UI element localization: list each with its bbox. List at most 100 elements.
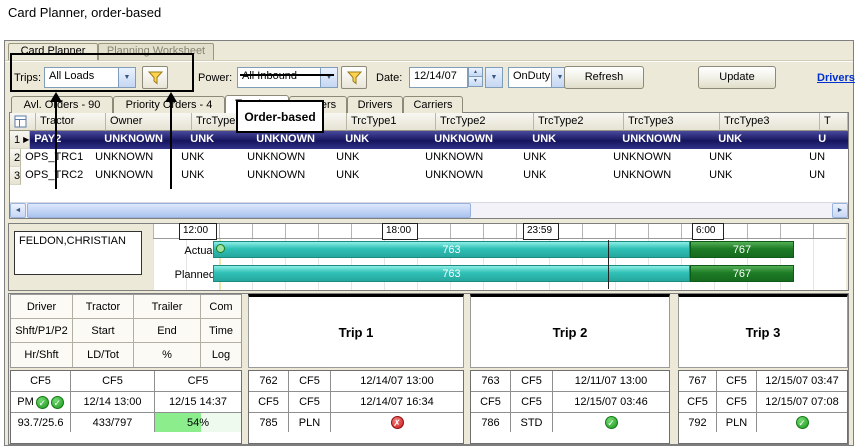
scroll-left-icon[interactable]: ◄	[10, 203, 26, 218]
horizontal-scrollbar[interactable]: ◄ ►	[10, 202, 848, 218]
actual-trip-bar-767[interactable]: 767	[690, 241, 794, 258]
trip-status-cell: ✓	[553, 413, 669, 432]
cell: UNKNOWN	[430, 131, 528, 149]
power-combo[interactable]: All Inbound ▼	[237, 67, 338, 88]
tab-avl-orders[interactable]: Avl. Orders - 90	[11, 96, 113, 113]
trip-cell: CF5	[679, 392, 717, 413]
trip-status-cell: ✗	[331, 413, 463, 432]
trip-2-card[interactable]: 763 CF5 12/11/07 13:00 CF5 CF5 12/15/07 …	[470, 370, 670, 444]
scroll-right-icon[interactable]: ►	[832, 203, 848, 218]
trip-cell: CF5	[511, 392, 553, 413]
driver-card-cell: CF5	[11, 371, 71, 392]
trip-cell: 785	[249, 413, 289, 432]
planned-trip-bar-763[interactable]: 763	[213, 265, 690, 282]
scrollbar-thumb[interactable]	[27, 203, 471, 218]
trip-cell: CF5	[717, 371, 757, 392]
info-header: %	[134, 343, 201, 367]
column-header-trctype1b[interactable]: TrcType1	[347, 113, 436, 131]
update-button[interactable]: Update	[698, 66, 776, 89]
power-filter-button[interactable]	[341, 66, 367, 89]
trip-cell: 763	[471, 371, 511, 392]
trip-start-marker-icon	[216, 244, 225, 253]
trip-cell: 786	[471, 413, 511, 432]
trip-cell: CF5	[249, 392, 289, 413]
check-icon: ✓	[796, 416, 809, 429]
column-header-cut[interactable]: T	[820, 113, 848, 131]
trip-3-card[interactable]: 767 CF5 12/15/07 03:47 CF5 CF5 12/15/07 …	[678, 370, 848, 444]
trip-3-header[interactable]: Trip 3	[678, 294, 848, 368]
cell-owner: UNKNOWN	[91, 167, 177, 185]
duty-status-combo[interactable]: OnDuty ▼	[508, 67, 569, 88]
driver-card-cell: 12/15 14:37	[155, 392, 241, 413]
time-tick: 6:00	[692, 223, 724, 240]
row-header[interactable]: 3	[10, 167, 21, 185]
grid-row[interactable]: 2 OPS_TRC1 UNKNOWN UNK UNKNOWN UNK UNKNO…	[10, 149, 848, 167]
cell: UNK	[519, 149, 609, 167]
check-icon: ✓	[605, 416, 618, 429]
cell: UNKNOWN	[243, 167, 332, 185]
cell: UN	[805, 149, 833, 167]
driver-timeline-panel: 12:00 18:00 23:59 6:00 FELDON,CHRISTIAN …	[8, 223, 849, 291]
drivers-link[interactable]: Drivers	[817, 72, 855, 84]
grid-corner-cell[interactable]	[10, 113, 36, 131]
trip-status-cell: ✓	[757, 413, 847, 432]
trip-cell: 767	[679, 371, 717, 392]
trip-cell: CF5	[511, 371, 553, 392]
column-header-owner[interactable]: Owner	[106, 113, 192, 131]
trip-cell: STD	[511, 413, 553, 432]
spinner-down-icon[interactable]: ▼	[468, 77, 483, 87]
cell: UNK	[177, 149, 243, 167]
progress-label: 54%	[187, 417, 209, 429]
utilization-progress-cell: 54%	[155, 413, 241, 432]
chevron-down-icon[interactable]: ▼	[486, 68, 502, 87]
trip-1-header[interactable]: Trip 1	[248, 294, 464, 368]
power-combo-value: All Inbound	[238, 68, 320, 87]
column-header-trctype3a[interactable]: TrcType3	[624, 113, 720, 131]
date-input[interactable]: 12/14/07	[409, 67, 468, 88]
chevron-down-icon[interactable]: ▼	[320, 68, 337, 87]
column-header-tractor[interactable]: Tractor	[36, 113, 106, 131]
grid-header-row: Tractor Owner TrcType TrcType1 TrcType1 …	[10, 113, 848, 131]
error-icon: ✗	[391, 416, 404, 429]
row-header[interactable]: 1▶	[10, 131, 30, 149]
driver-name-box[interactable]: FELDON,CHRISTIAN	[14, 231, 142, 275]
row-header[interactable]: 2	[10, 149, 21, 167]
cell: UNK	[177, 167, 243, 185]
card-planner-window: Card Planner Planning Worksheet Trips: A…	[4, 40, 854, 446]
column-header-trctype2b[interactable]: TrcType2	[534, 113, 624, 131]
refresh-button[interactable]: Refresh	[564, 66, 644, 89]
shift-label: PM	[17, 396, 34, 408]
column-header-trctype3b[interactable]: TrcType3	[720, 113, 820, 131]
annotation-line	[55, 101, 57, 189]
date-spinner[interactable]: ▲ ▼	[468, 67, 483, 88]
midnight-divider-line	[608, 240, 609, 289]
planned-trip-bar-767[interactable]: 767	[690, 265, 794, 282]
planned-row-label: Planned	[153, 269, 215, 281]
grid-row[interactable]: 3 OPS_TRC2 UNKNOWN UNK UNKNOWN UNK UNKNO…	[10, 167, 848, 185]
info-header: Driver	[11, 295, 73, 319]
current-row-marker-icon: ▶	[23, 135, 29, 144]
trip-cell: 12/15/07 03:46	[553, 392, 669, 413]
column-header-trctype2a[interactable]: TrcType2	[436, 113, 534, 131]
driver-card-cell: 12/14 13:00	[71, 392, 155, 413]
tractors-grid: Tractor Owner TrcType TrcType1 TrcType1 …	[9, 112, 849, 219]
cell: UN	[805, 167, 833, 185]
trip-1-card[interactable]: 762 CF5 12/14/07 13:00 CF5 CF5 12/14/07 …	[248, 370, 464, 444]
actual-trip-bar-763[interactable]: 763	[213, 241, 690, 258]
cell: UNKNOWN	[243, 149, 332, 167]
page-title: Card Planner, order-based	[8, 5, 161, 20]
actual-row-label: Actual	[157, 245, 215, 257]
cell: UNK	[186, 131, 252, 149]
tab-drivers[interactable]: Drivers	[347, 96, 403, 113]
cell: UNK	[519, 167, 609, 185]
trip-cell: 12/11/07 13:00	[553, 371, 669, 392]
grid-row-selected[interactable]: 1▶ PAY2 UNKNOWN UNK UNKNOWN UNK UNKNOWN …	[10, 131, 848, 149]
date-dropdown-button[interactable]: ▼	[485, 67, 503, 88]
trip-cell: 792	[679, 413, 717, 432]
annotation-callout: Order-based	[236, 100, 324, 133]
tab-carriers[interactable]: Carriers	[403, 96, 463, 113]
driver-card-cell: CF5	[71, 371, 155, 392]
driver-card[interactable]: CF5 CF5 CF5 PM ✓ ✓ 12/14 13:00 12/15 14:…	[10, 370, 242, 444]
spinner-up-icon[interactable]: ▲	[468, 67, 483, 77]
trip-2-header[interactable]: Trip 2	[470, 294, 670, 368]
